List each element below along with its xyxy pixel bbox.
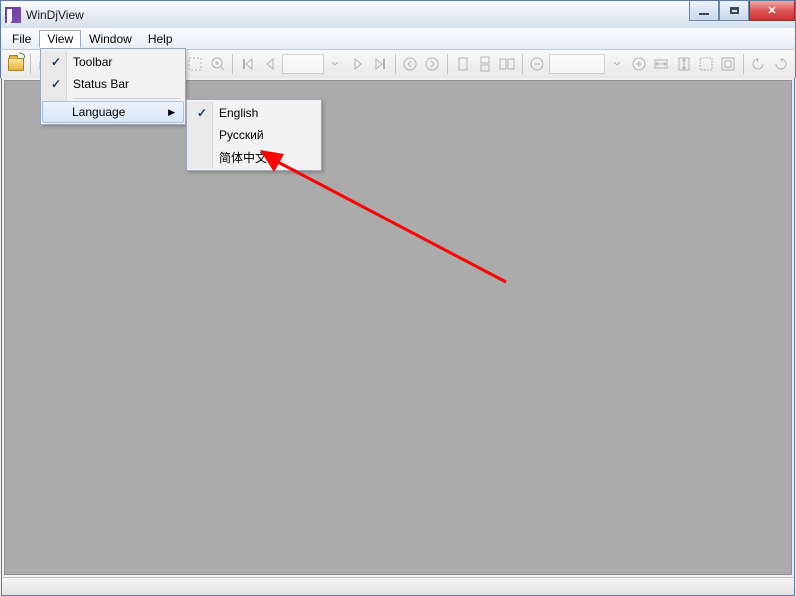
- toolbar-separator: [447, 54, 448, 74]
- zoom-dropdown-button[interactable]: [606, 53, 627, 75]
- chevron-down-icon: [330, 56, 340, 72]
- menu-item-label: English: [219, 106, 258, 120]
- menu-item-label: Toolbar: [73, 55, 112, 69]
- continuous-button[interactable]: [474, 53, 495, 75]
- close-button[interactable]: ✕: [749, 1, 795, 21]
- open-button[interactable]: [5, 53, 26, 75]
- open-icon: [8, 58, 24, 71]
- view-menu-dropdown: ✓ Toolbar ✓ Status Bar Language ▶: [40, 48, 186, 125]
- single-page-button[interactable]: [452, 53, 473, 75]
- menu-window[interactable]: Window: [81, 30, 140, 48]
- menu-help[interactable]: Help: [140, 30, 181, 48]
- continuous-icon: [477, 56, 493, 72]
- actual-size-icon: [698, 56, 714, 72]
- actual-size-button[interactable]: [695, 53, 716, 75]
- facing-icon: [499, 56, 515, 72]
- title-bar: WinDjView ✕: [0, 0, 796, 28]
- marquee-tool-button[interactable]: [185, 53, 206, 75]
- view-back-icon: [402, 56, 418, 72]
- stretch-icon: [720, 56, 736, 72]
- submenu-arrow-icon: ▶: [168, 107, 175, 118]
- single-page-icon: [455, 56, 471, 72]
- zoom-out-button[interactable]: [527, 53, 548, 75]
- toolbar-separator: [232, 54, 233, 74]
- view-back-button[interactable]: [400, 53, 421, 75]
- menu-item-chinese[interactable]: 简体中文: [189, 146, 319, 168]
- marquee-icon: [187, 56, 203, 72]
- fit-width-icon: [653, 56, 669, 72]
- prev-page-button[interactable]: [260, 53, 281, 75]
- menu-item-toolbar[interactable]: ✓ Toolbar: [43, 51, 183, 73]
- maximize-button[interactable]: [719, 1, 749, 21]
- fit-page-button[interactable]: [673, 53, 694, 75]
- rotate-left-icon: [750, 56, 766, 72]
- check-icon: ✓: [51, 77, 61, 91]
- app-icon: [5, 7, 21, 23]
- status-bar: [1, 577, 795, 596]
- toolbar-separator: [30, 54, 31, 74]
- menu-item-english[interactable]: ✓ English: [189, 102, 319, 124]
- page-dropdown-button[interactable]: [325, 53, 346, 75]
- document-viewport: [4, 80, 792, 575]
- last-page-button[interactable]: [369, 53, 390, 75]
- toolbar-separator: [395, 54, 396, 74]
- next-page-button[interactable]: [347, 53, 368, 75]
- menu-item-label: Language: [72, 105, 125, 119]
- view-forward-icon: [424, 56, 440, 72]
- last-page-icon: [372, 56, 388, 72]
- menu-item-statusbar[interactable]: ✓ Status Bar: [43, 73, 183, 95]
- menu-item-label: Status Bar: [73, 77, 129, 91]
- rotate-left-button[interactable]: [748, 53, 769, 75]
- window-controls: ✕: [689, 1, 795, 21]
- fit-page-icon: [676, 56, 692, 72]
- menu-view[interactable]: View: [39, 30, 81, 48]
- facing-button[interactable]: [497, 53, 518, 75]
- content-area: [1, 78, 795, 577]
- loupe-icon: [210, 56, 226, 72]
- menu-item-label: 简体中文: [219, 149, 267, 166]
- check-icon: ✓: [51, 55, 61, 69]
- zoom-in-icon: [631, 56, 647, 72]
- menu-separator: [73, 98, 181, 99]
- zoom-out-icon: [529, 56, 545, 72]
- menu-item-label: Русский: [219, 128, 264, 142]
- view-forward-button[interactable]: [422, 53, 443, 75]
- next-page-icon: [350, 56, 366, 72]
- menu-item-russian[interactable]: Русский: [189, 124, 319, 146]
- window-title: WinDjView: [26, 8, 84, 22]
- check-icon: ✓: [197, 106, 207, 120]
- rotate-right-icon: [773, 56, 789, 72]
- toolbar-separator: [743, 54, 744, 74]
- stretch-button[interactable]: [717, 53, 738, 75]
- first-page-icon: [240, 56, 256, 72]
- page-number-input[interactable]: [282, 54, 324, 74]
- menu-item-language[interactable]: Language ▶: [42, 101, 184, 123]
- language-submenu: ✓ English Русский 简体中文: [186, 99, 322, 171]
- menu-bar: File View Window Help: [0, 28, 796, 49]
- zoom-in-button[interactable]: [628, 53, 649, 75]
- fit-width-button[interactable]: [651, 53, 672, 75]
- zoom-input[interactable]: [549, 54, 605, 74]
- loupe-tool-button[interactable]: [207, 53, 228, 75]
- prev-page-icon: [262, 56, 278, 72]
- first-page-button[interactable]: [237, 53, 258, 75]
- rotate-right-button[interactable]: [770, 53, 791, 75]
- chevron-down-icon: [612, 56, 622, 72]
- menu-file[interactable]: File: [4, 30, 39, 48]
- minimize-button[interactable]: [689, 1, 719, 21]
- toolbar-separator: [522, 54, 523, 74]
